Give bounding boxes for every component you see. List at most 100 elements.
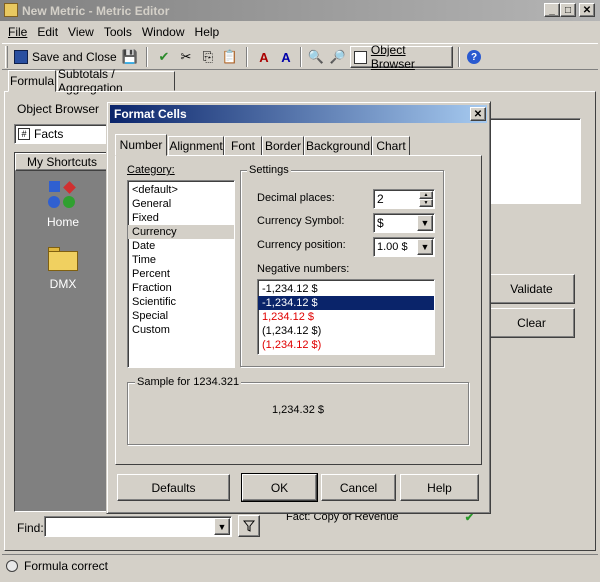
negative-format-item[interactable]: -1,234.12 $: [258, 282, 434, 296]
object-browser-combo[interactable]: # Facts: [14, 124, 114, 144]
category-item[interactable]: General: [128, 197, 234, 211]
currency-position-select[interactable]: 1.00 $ ▼: [373, 237, 435, 257]
toolbar-separator: [146, 47, 148, 67]
window-title-bar[interactable]: New Metric - Metric Editor: [0, 0, 600, 21]
font-icon[interactable]: A: [254, 47, 274, 67]
toolbar-separator: [458, 47, 460, 67]
ok-button[interactable]: OK: [241, 473, 318, 502]
category-item[interactable]: Date: [128, 239, 234, 253]
tab-alignment[interactable]: Alignment: [168, 136, 224, 156]
validate-button[interactable]: Validate: [488, 274, 575, 304]
negative-format-item[interactable]: (1,234.12 $): [258, 338, 434, 352]
find-input[interactable]: ▼: [44, 516, 232, 537]
status-text: Formula correct: [24, 558, 109, 573]
copy-icon[interactable]: ⎘: [198, 47, 218, 67]
paste-icon[interactable]: 📋: [220, 47, 240, 67]
tab-number[interactable]: Number: [115, 134, 167, 156]
decimal-places-label: Decimal places:: [257, 192, 335, 204]
sample-value: 1,234.32 $: [272, 404, 324, 416]
status-bar: Formula correct: [2, 554, 598, 576]
menu-help[interactable]: Help: [195, 25, 220, 39]
category-item[interactable]: Custom: [128, 323, 234, 337]
browse-icon[interactable]: 🔎: [328, 47, 348, 67]
tab-background[interactable]: Background: [304, 136, 372, 156]
format-cells-dialog: Format Cells ✕ Number Alignment Font Bor…: [106, 101, 491, 514]
dialog-title: Format Cells: [114, 107, 187, 121]
object-browser-label: Object Browser: [370, 43, 415, 71]
negative-format-item[interactable]: -1,234.12 $: [258, 296, 434, 310]
currency-position-arrow[interactable]: ▼: [417, 239, 433, 255]
menu-window[interactable]: Window: [142, 25, 185, 39]
currency-symbol-arrow[interactable]: ▼: [417, 215, 433, 231]
spin-up-icon[interactable]: ▲: [419, 191, 433, 199]
close-window-button[interactable]: ✕: [579, 3, 595, 17]
save-close-button[interactable]: Save and Close: [14, 46, 117, 68]
filter-icon: [243, 520, 255, 532]
negative-numbers-list[interactable]: -1,234.12 $ -1,234.12 $1,234.12 $ (1,234.1…: [257, 279, 435, 355]
status-ok-icon: [6, 559, 18, 572]
menu-bar: File Edit View Tools Window Help: [0, 22, 600, 42]
shortcut-home-label: Home: [46, 215, 79, 229]
decimal-spinner[interactable]: ▲ ▼: [419, 191, 433, 207]
category-item[interactable]: Fixed: [128, 211, 234, 225]
tab-font[interactable]: Font: [224, 136, 262, 156]
category-item[interactable]: <default>: [128, 183, 234, 197]
menu-view[interactable]: View: [68, 25, 94, 39]
cut-icon[interactable]: ✂: [176, 47, 196, 67]
tab-border[interactable]: Border: [262, 136, 304, 156]
menu-edit[interactable]: Edit: [37, 25, 58, 39]
folder-icon: [48, 245, 78, 271]
cancel-button[interactable]: Cancel: [321, 474, 396, 501]
currency-position-value: 1.00 $: [377, 241, 408, 253]
category-item[interactable]: Currency: [128, 225, 234, 239]
negative-format-item[interactable]: (1,234.12 $): [258, 324, 434, 338]
help-icon[interactable]: ?: [464, 47, 484, 67]
save-close-label: Save and Close: [32, 50, 117, 64]
save-icon: [14, 50, 28, 64]
category-item[interactable]: Scientific: [128, 295, 234, 309]
menu-tools[interactable]: Tools: [104, 25, 132, 39]
currency-symbol-label: Currency Symbol:: [257, 215, 345, 227]
find-dropdown-arrow[interactable]: ▼: [214, 518, 230, 535]
clear-button[interactable]: Clear: [488, 308, 575, 338]
font-format-icon[interactable]: A: [276, 47, 296, 67]
spin-down-icon[interactable]: ▼: [419, 199, 433, 207]
dialog-title-bar[interactable]: Format Cells: [110, 105, 487, 123]
object-browser-icon: [354, 50, 367, 64]
tab-chart[interactable]: Chart: [372, 136, 410, 156]
save-icon-button[interactable]: 💾: [120, 47, 140, 67]
defaults-button[interactable]: Defaults: [117, 474, 230, 501]
check-syntax-icon[interactable]: ✔: [154, 47, 174, 67]
filter-button[interactable]: [238, 515, 260, 537]
category-item[interactable]: Time: [128, 253, 234, 267]
negative-format-item[interactable]: 1,234.12 $: [258, 310, 434, 324]
decimal-places-value: 2: [377, 192, 384, 206]
my-shortcuts-header[interactable]: My Shortcuts: [15, 153, 109, 171]
category-item[interactable]: Percent: [128, 267, 234, 281]
shortcut-dmx[interactable]: DMX: [39, 245, 87, 291]
tab-formula[interactable]: Formula: [8, 70, 56, 92]
decimal-places-input[interactable]: 2 ▲ ▼: [373, 189, 435, 209]
find-label: Find:: [17, 521, 44, 535]
combo-value: Facts: [34, 127, 64, 141]
app-icon: [4, 3, 18, 17]
find-icon[interactable]: 🔍: [306, 47, 326, 67]
settings-label: Settings: [247, 164, 291, 176]
category-item[interactable]: Special: [128, 309, 234, 323]
currency-symbol-select[interactable]: $ ▼: [373, 213, 435, 233]
object-browser-header: Object Browser: [17, 102, 100, 116]
tab-subtotals-aggregation[interactable]: Subtotals / Aggregation: [57, 67, 175, 95]
window-title: New Metric - Metric Editor: [22, 3, 170, 18]
dialog-close-button[interactable]: ✕: [470, 107, 486, 121]
category-item[interactable]: Fraction: [128, 281, 234, 295]
object-browser-button[interactable]: Object Browser: [350, 43, 453, 71]
facts-icon: #: [18, 128, 30, 140]
maximize-button[interactable]: □: [560, 3, 576, 17]
minimize-button[interactable]: _: [544, 3, 560, 17]
shortcut-home[interactable]: Home: [39, 181, 87, 229]
category-list[interactable]: <default> General Fixed Currency Date Time Per…: [127, 180, 235, 368]
shortcut-dmx-label: DMX: [49, 277, 77, 291]
menu-file[interactable]: File: [8, 25, 27, 39]
toolbar-separator: [300, 47, 302, 67]
help-button[interactable]: Help: [400, 474, 479, 501]
